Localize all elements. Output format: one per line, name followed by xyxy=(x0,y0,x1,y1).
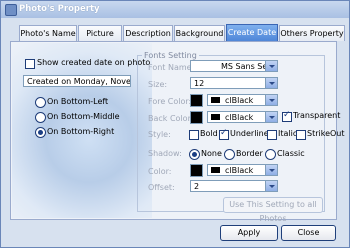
shadow-none-label: None xyxy=(201,149,222,158)
tab-description[interactable]: Description xyxy=(123,25,173,41)
bottom-left-radio[interactable] xyxy=(35,97,46,108)
bottom-middle-label: On Bottom-Middle xyxy=(47,112,120,121)
bottom-right-label: On Bottom-Right xyxy=(47,127,115,136)
use-setting-all-button[interactable]: Use This Setting to all Photos xyxy=(223,197,323,223)
shadow-color-combo[interactable]: clBlack xyxy=(207,164,278,176)
apply-button[interactable]: Apply xyxy=(220,225,278,241)
strikeout-checkbox[interactable] xyxy=(296,130,306,140)
bottom-right-radio[interactable] xyxy=(35,127,46,138)
style-label: Style: xyxy=(148,130,171,139)
bold-label: Bold xyxy=(200,129,218,138)
font-name-label: Font Name: xyxy=(148,63,195,72)
app-icon xyxy=(5,4,17,16)
shadow-color-swatch[interactable] xyxy=(190,164,203,177)
shadow-color-label: Color: xyxy=(148,167,172,176)
bottom-middle-radio[interactable] xyxy=(35,112,46,123)
back-color-value: clBlack xyxy=(225,113,254,122)
shadow-classic-radio[interactable] xyxy=(265,149,276,160)
offset-value: 2 xyxy=(194,182,200,191)
tab-create-date[interactable]: Create Date xyxy=(226,24,278,41)
size-value: 12 xyxy=(194,79,205,88)
tab-background[interactable]: Background xyxy=(174,25,225,41)
title-bar[interactable]: Photo's Property xyxy=(1,1,349,18)
chevron-down-icon[interactable] xyxy=(265,112,277,122)
size-label: Size: xyxy=(148,80,168,89)
back-color-label: Back Color: xyxy=(148,114,194,123)
shadow-label: Shadow: xyxy=(148,149,182,158)
shadow-color-value: clBlack xyxy=(225,166,254,175)
fore-color-chip xyxy=(211,97,220,103)
offset-combo[interactable]: 2 xyxy=(190,180,278,192)
italic-label: Italic xyxy=(278,129,298,138)
font-name-combo[interactable]: MS Sans Serif xyxy=(190,60,278,72)
bold-checkbox[interactable] xyxy=(189,130,199,140)
shadow-none-radio[interactable] xyxy=(189,149,200,160)
tab-picture[interactable]: Picture xyxy=(78,25,122,41)
shadow-classic-label: Classic xyxy=(277,149,305,158)
close-button[interactable]: Close xyxy=(281,225,336,241)
chevron-down-icon[interactable] xyxy=(265,95,277,105)
show-date-checkbox[interactable] xyxy=(25,59,35,69)
underline-label: Underline xyxy=(230,129,269,138)
size-combo[interactable]: 12 xyxy=(190,77,278,89)
fonts-setting-title: Fonts Setting xyxy=(144,51,197,60)
italic-checkbox[interactable] xyxy=(267,130,277,140)
back-color-combo[interactable]: clBlack xyxy=(207,111,278,123)
back-color-chip xyxy=(211,114,220,120)
transparent-checkbox[interactable] xyxy=(282,110,292,122)
date-text-input[interactable]: Created on Monday, November 26 xyxy=(23,75,131,87)
underline-checkbox[interactable] xyxy=(219,128,229,140)
fore-color-swatch[interactable] xyxy=(190,94,203,107)
transparent-label: Transparent xyxy=(293,111,341,120)
strikeout-label: StrikeOut xyxy=(307,129,345,138)
show-date-label: Show created date on photo xyxy=(37,58,151,67)
tab-photos-name[interactable]: Photo's Name xyxy=(19,25,77,41)
fore-color-label: Fore Color: xyxy=(148,97,192,106)
bottom-left-label: On Bottom-Left xyxy=(47,97,109,106)
shadow-border-radio[interactable] xyxy=(224,149,235,160)
chevron-down-icon[interactable] xyxy=(265,181,277,191)
chevron-down-icon[interactable] xyxy=(265,165,277,175)
fore-color-value: clBlack xyxy=(225,96,254,105)
shadow-border-label: Border xyxy=(236,149,263,158)
window-title: Photo's Property xyxy=(19,4,100,14)
fore-color-combo[interactable]: clBlack xyxy=(207,94,278,106)
photo-property-dialog: Photo's Property Photo's Name Picture De… xyxy=(0,0,350,248)
chevron-down-icon[interactable] xyxy=(265,78,277,88)
chevron-down-icon[interactable] xyxy=(265,61,277,71)
back-color-swatch[interactable] xyxy=(190,111,203,124)
tab-others-property[interactable]: Others Property xyxy=(279,25,345,41)
offset-label: Offset: xyxy=(148,183,175,192)
shadow-color-chip xyxy=(211,167,220,173)
